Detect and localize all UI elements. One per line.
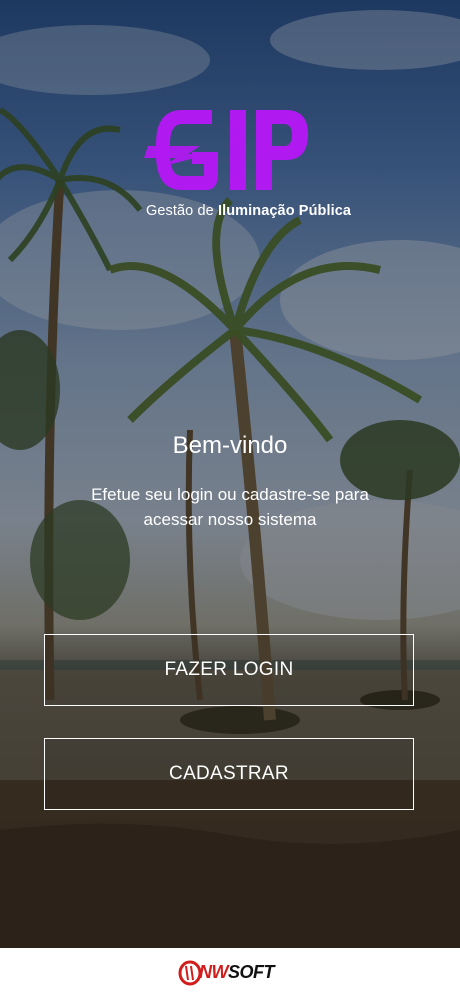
welcome-message: Efetue seu login ou cadastre-se para ace… xyxy=(91,485,369,529)
footer: NWSOFT xyxy=(0,948,460,996)
signup-button[interactable]: CADASTRAR xyxy=(44,738,414,810)
footer-company-name: NWSOFT xyxy=(199,962,275,982)
login-button[interactable]: FAZER LOGIN xyxy=(44,634,414,706)
welcome-title: Bem-vindo xyxy=(172,432,288,459)
gip-logo: Gestão de Iluminação Pública xyxy=(140,104,351,224)
brand-subtitle: Gestão de Iluminação Pública xyxy=(146,203,352,219)
gip-logo-mark xyxy=(144,110,308,190)
